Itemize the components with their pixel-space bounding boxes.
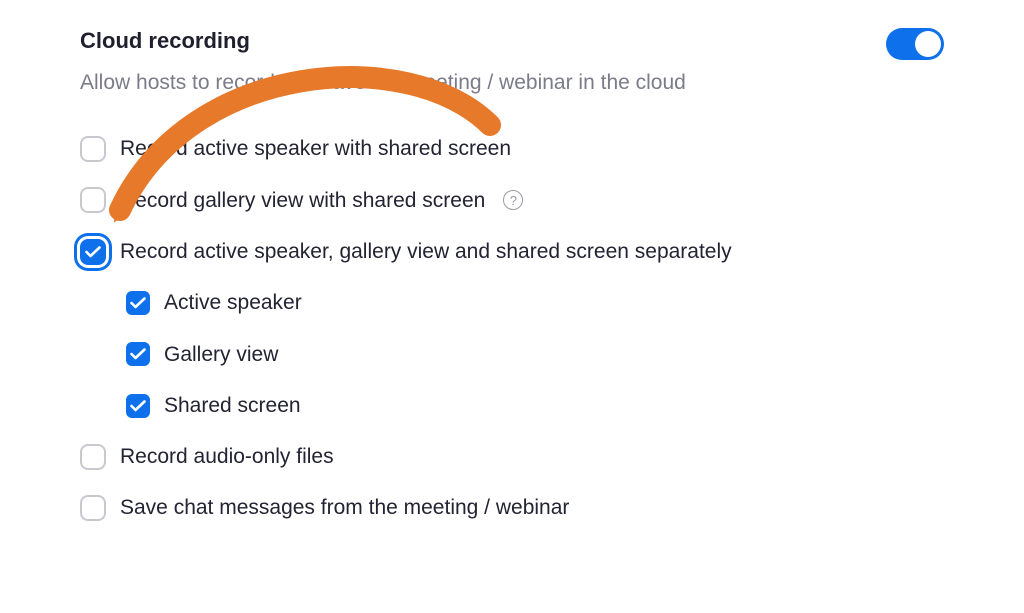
- check-icon: [130, 348, 146, 360]
- option-label: Active speaker: [164, 289, 302, 316]
- help-icon[interactable]: ?: [503, 190, 523, 210]
- option-label: Record gallery view with shared screen: [120, 187, 485, 214]
- checkbox-record-separately[interactable]: [80, 239, 106, 265]
- option-label: Record active speaker with shared screen: [120, 135, 511, 162]
- checkbox-save-chat[interactable]: [80, 495, 106, 521]
- option-label: Save chat messages from the meeting / we…: [120, 494, 569, 521]
- option-record-active-speaker-shared: Record active speaker with shared screen: [80, 135, 944, 162]
- sub-option-gallery-view: Gallery view: [126, 341, 944, 368]
- option-record-separately: Record active speaker, gallery view and …: [80, 238, 944, 265]
- setting-title: Cloud recording: [80, 28, 250, 54]
- sub-option-active-speaker: Active speaker: [126, 289, 944, 316]
- recording-options-list: Record active speaker with shared screen…: [80, 135, 944, 521]
- option-label: Record active speaker, gallery view and …: [120, 238, 732, 265]
- checkbox-record-gallery-shared[interactable]: [80, 187, 106, 213]
- option-record-audio-only: Record audio-only files: [80, 443, 944, 470]
- checkbox-shared-screen[interactable]: [126, 394, 150, 418]
- option-record-gallery-shared: Record gallery view with shared screen ?: [80, 187, 944, 214]
- checkbox-active-speaker[interactable]: [126, 291, 150, 315]
- option-label: Shared screen: [164, 392, 301, 419]
- checkbox-gallery-view[interactable]: [126, 342, 150, 366]
- check-icon: [130, 297, 146, 309]
- option-label: Gallery view: [164, 341, 278, 368]
- checkbox-record-active-speaker-shared[interactable]: [80, 136, 106, 162]
- option-save-chat: Save chat messages from the meeting / we…: [80, 494, 944, 521]
- option-record-separately-group: Record active speaker, gallery view and …: [80, 238, 944, 419]
- sub-options: Active speaker Gallery view Shared scree…: [126, 289, 944, 419]
- cloud-recording-toggle[interactable]: [886, 28, 944, 60]
- setting-description: Allow hosts to record and save the meeti…: [80, 68, 944, 97]
- option-label: Record audio-only files: [120, 443, 334, 470]
- check-icon: [85, 246, 101, 258]
- sub-option-shared-screen: Shared screen: [126, 392, 944, 419]
- toggle-knob: [915, 31, 941, 57]
- checkbox-record-audio-only[interactable]: [80, 444, 106, 470]
- check-icon: [130, 400, 146, 412]
